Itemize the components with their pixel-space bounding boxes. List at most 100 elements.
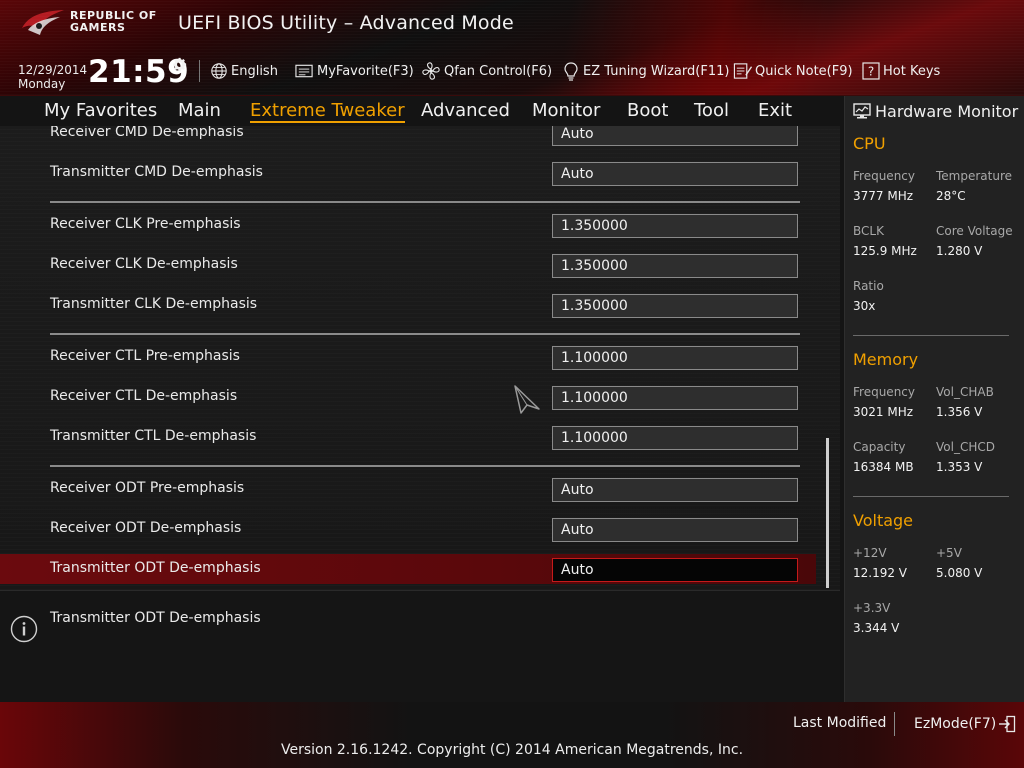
cpu-frequency-value: 3777 MHz [853,189,914,203]
tab-extreme-tweaker[interactable]: Extreme Tweaker [250,100,405,123]
memory-frequency-label: Frequency [853,385,915,399]
setting-label: Receiver CTL De-emphasis [50,388,238,404]
memory-vol-chcd-label: Vol_CHCD [936,440,995,454]
setting-row[interactable]: Receiver CLK Pre-emphasis 1.350000 [0,210,816,240]
help-area: Transmitter ODT De-emphasis [0,590,840,702]
myfavorite-button[interactable]: MyFavorite(F3) [295,60,414,82]
date-text: 12/29/2014 [18,63,88,77]
setting-label: Receiver CMD De-emphasis [50,126,244,140]
cpu-core-voltage-value: 1.280 V [936,244,983,258]
weekday-text: Monday [18,77,66,91]
setting-value[interactable]: 1.100000 [552,386,798,410]
cpu-ratio-label: Ratio [853,279,884,293]
cpu-bclk-label: BCLK [853,224,884,238]
voltage-12v-label: +12V [853,546,887,560]
setting-value[interactable]: Auto [552,518,798,542]
quick-note-label: Quick Note(F9) [755,63,853,79]
setting-label: Transmitter CLK De-emphasis [50,296,258,312]
group-divider [50,465,800,467]
setting-row[interactable]: Receiver ODT De-emphasis Auto [0,514,816,544]
rog-logo [22,10,64,35]
qfan-control-label: Qfan Control(F6) [444,63,553,79]
voltage-3v3-value: 3.344 V [853,621,900,635]
setting-label: Receiver CLK Pre-emphasis [50,216,241,232]
memory-vol-chab-label: Vol_CHAB [936,385,994,399]
memory-vol-chab-value: 1.356 V [936,405,983,419]
setting-row[interactable]: Transmitter CMD De-emphasis Auto [0,158,816,188]
cpu-frequency-label: Frequency [853,169,915,183]
quick-note-button[interactable]: Quick Note(F9) [733,60,853,82]
info-icon [10,615,38,643]
voltage-5v-value: 5.080 V [936,566,983,580]
group-divider [50,333,800,335]
setting-value[interactable]: 1.350000 [552,254,798,278]
tab-monitor[interactable]: Monitor [532,100,600,121]
setting-value[interactable]: Auto [552,558,798,582]
setting-row[interactable]: Receiver CLK De-emphasis 1.350000 [0,250,816,280]
myfavorite-label: MyFavorite(F3) [317,63,414,79]
voltage-section-title: Voltage [853,511,914,530]
setting-row[interactable]: Receiver ODT Pre-emphasis Auto [0,474,816,504]
setting-value[interactable]: Auto [552,126,798,146]
tab-boot[interactable]: Boot [627,100,668,121]
setting-value[interactable]: 1.100000 [552,426,798,450]
language-label: English [231,63,278,79]
cpu-temperature-value: 28°C [936,189,966,203]
exit-arrow-icon [999,715,1016,733]
setting-row[interactable]: Receiver CMD De-emphasis Auto [0,126,816,148]
tab-my-favorites[interactable]: My Favorites [44,100,157,121]
note-icon [733,63,752,79]
date-block: 12/29/2014 Monday [18,63,87,91]
scrollbar[interactable] [826,438,829,588]
language-button[interactable]: English [210,60,278,82]
setting-value[interactable]: 1.350000 [552,294,798,318]
ez-tuning-wizard-label: EZ Tuning Wizard(F11) [583,63,730,79]
footer-separator [894,712,895,736]
tab-exit[interactable]: Exit [758,100,792,121]
header-bar: REPUBLIC OF GAMERS UEFI BIOS Utility – A… [0,0,1024,96]
help-icon: ? [862,62,880,80]
cpu-ratio-value: 30x [853,299,876,313]
voltage-12v-value: 12.192 V [853,566,908,580]
favorite-icon [295,64,313,78]
cpu-core-voltage-label: Core Voltage [936,224,1013,238]
setting-row-selected[interactable]: Transmitter ODT De-emphasis Auto [0,554,816,584]
copyright-text: Version 2.16.1242. Copyright (C) 2014 Am… [280,742,744,758]
setting-value[interactable]: 1.100000 [552,346,798,370]
ez-tuning-wizard-button[interactable]: EZ Tuning Wizard(F11) [562,60,729,82]
bulb-icon [564,62,578,81]
setting-value[interactable]: 1.350000 [552,214,798,238]
app-title: UEFI BIOS Utility – Advanced Mode [178,12,514,34]
header-separator [199,60,200,82]
memory-frequency-value: 3021 MHz [853,405,914,419]
setting-label: Transmitter ODT De-emphasis [50,560,261,576]
setting-label: Receiver CTL Pre-emphasis [50,348,240,364]
setting-value[interactable]: Auto [552,478,798,502]
tab-tool[interactable]: Tool [694,100,729,121]
footer-bar: Last Modified EzMode(F7) Version 2.16.12… [0,702,1024,768]
cpu-bclk-value: 125.9 MHz [853,244,917,258]
fan-icon [422,62,440,80]
svg-text:?: ? [868,65,874,79]
setting-value[interactable]: Auto [552,162,798,186]
qfan-control-button[interactable]: Qfan Control(F6) [421,60,552,82]
setting-row[interactable]: Receiver CTL De-emphasis 1.100000 [0,382,816,412]
setting-row[interactable]: Transmitter CTL De-emphasis 1.100000 [0,422,816,452]
brand-text: REPUBLIC OF GAMERS [70,10,157,34]
setting-label: Transmitter CTL De-emphasis [50,428,257,444]
hot-keys-button[interactable]: ? Hot Keys [862,60,940,82]
last-modified-button[interactable]: Last Modified [793,715,886,731]
gear-icon[interactable] [171,56,188,73]
setting-row[interactable]: Transmitter CLK De-emphasis 1.350000 [0,290,816,320]
hw-divider [853,335,1009,336]
hot-keys-label: Hot Keys [883,63,941,79]
tab-main[interactable]: Main [178,100,221,121]
setting-label: Receiver ODT Pre-emphasis [50,480,245,496]
memory-section-title: Memory [853,350,919,369]
tab-advanced[interactable]: Advanced [421,100,510,121]
tab-bar: My Favorites Main Extreme Tweaker Advanc… [0,96,840,126]
ez-mode-label: EzMode(F7) [914,716,997,732]
settings-list: Receiver CMD De-emphasis Auto Transmitte… [0,126,840,590]
setting-row[interactable]: Receiver CTL Pre-emphasis 1.100000 [0,342,816,372]
ez-mode-button[interactable]: EzMode(F7) [914,713,1016,735]
